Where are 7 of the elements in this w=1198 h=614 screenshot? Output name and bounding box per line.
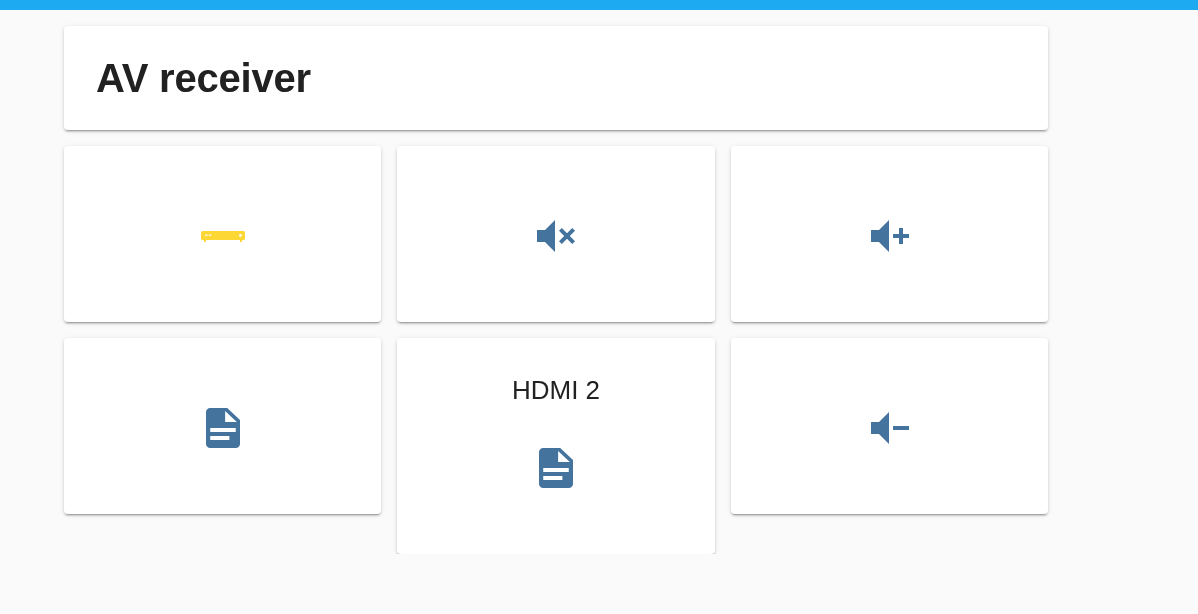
mute-button[interactable] bbox=[397, 146, 715, 322]
document-button[interactable] bbox=[64, 338, 381, 514]
card-title: AV receiver bbox=[96, 55, 311, 102]
document-button[interactable]: HDMI 2 bbox=[397, 338, 715, 554]
set-top-box-button[interactable] bbox=[64, 146, 381, 322]
volume-down-button[interactable] bbox=[731, 338, 1048, 514]
volume-up-button[interactable] bbox=[731, 146, 1048, 322]
